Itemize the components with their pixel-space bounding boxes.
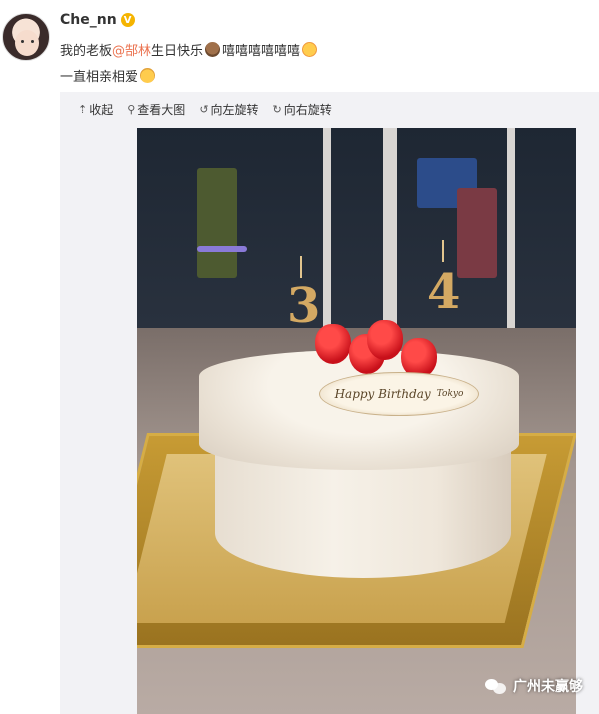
post-photo[interactable]: 3 4 Happy Birthday Tokyo — [137, 128, 576, 714]
post-text-prefix: 我的老板 — [60, 44, 113, 59]
collapse-label: 收起 — [89, 103, 114, 117]
rotate-left-button[interactable]: ↺ 向左旋转 — [199, 101, 258, 118]
media-toolbar: ⇡ 收起 ⚲ 查看大图 ↺ 向左旋转 ↻ 向右旋转 — [78, 101, 332, 118]
birthday-plaque: Happy Birthday Tokyo — [319, 372, 479, 416]
background-figure — [197, 168, 237, 278]
window-frame — [323, 128, 331, 328]
strawberry — [315, 324, 351, 364]
rotate-left-icon: ↺ — [199, 103, 209, 116]
rotate-right-icon: ↻ — [272, 103, 282, 116]
plaque-brand: Tokyo — [436, 389, 464, 399]
rotate-left-label: 向左旋转 — [210, 103, 259, 117]
avatar-eye — [31, 40, 34, 43]
number-candle-4: 4 — [427, 264, 461, 320]
post-text-line-1: 我的老板 @郜林 生日快乐 嘻嘻嘻嘻嘻嘻 — [60, 40, 319, 59]
post-text-line-2: 一直相亲相爱 — [60, 66, 157, 85]
strawberry — [367, 320, 403, 360]
username-link[interactable]: Che_nn — [60, 12, 117, 28]
watermark-text: 广州未赢够 — [513, 679, 583, 695]
candle-wick — [300, 256, 302, 278]
cat-emoji-icon — [140, 68, 156, 83]
background-light — [197, 246, 247, 252]
collapse-button[interactable]: ⇡ 收起 — [78, 101, 113, 118]
window-frame — [383, 128, 397, 328]
window-frame — [507, 128, 515, 328]
verified-badge-icon: V — [120, 13, 135, 27]
rotate-right-button[interactable]: ↻ 向右旋转 — [273, 101, 332, 118]
magnifier-icon: ⚲ — [127, 103, 136, 116]
rotate-right-label: 向右旋转 — [283, 103, 332, 117]
post-text-greeting: 生日快乐 — [151, 44, 204, 59]
number-candle-3: 3 — [287, 278, 321, 334]
post-text-laugh: 嘻嘻嘻嘻嘻嘻 — [222, 44, 301, 59]
author-row: Che_nn V — [60, 12, 135, 28]
view-large-button[interactable]: ⚲ 查看大图 — [127, 101, 185, 118]
collapse-icon: ⇡ — [78, 103, 88, 116]
heart-eyes-emoji-icon — [302, 42, 318, 57]
background-light — [457, 188, 497, 278]
candle-wick — [442, 240, 444, 262]
plaque-text: Happy Birthday — [334, 387, 431, 401]
post-text-closing: 一直相亲相爱 — [60, 70, 139, 85]
avatar-face — [15, 30, 39, 56]
cake-emoji-icon — [205, 42, 221, 57]
view-large-label: 查看大图 — [137, 103, 186, 117]
mention-link[interactable]: @郜林 — [112, 40, 151, 59]
avatar-eye — [21, 40, 24, 43]
user-avatar[interactable] — [2, 13, 50, 61]
wechat-icon — [485, 677, 507, 695]
watermark: 广州未赢够 — [485, 676, 583, 696]
